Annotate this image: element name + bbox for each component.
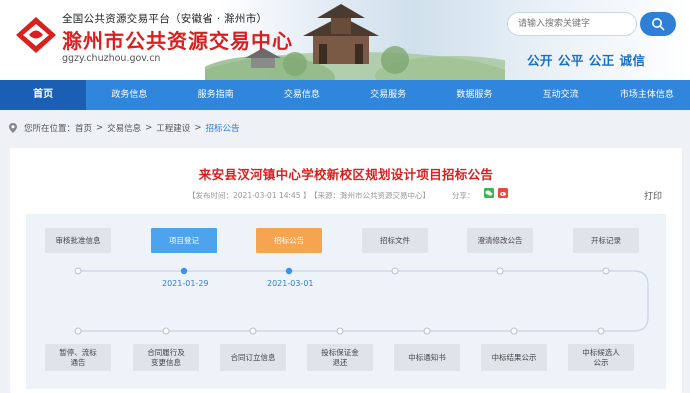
date-project-registration: 2021-01-29: [162, 279, 209, 288]
site-url: ggzy.chuzhou.gov.cn: [62, 53, 161, 64]
breadcrumb-engineering[interactable]: 工程建设: [156, 122, 190, 134]
location-pin-icon: [9, 123, 17, 133]
breadcrumb-separator: >: [145, 123, 153, 133]
nav-item-data-service[interactable]: 数据服务: [431, 80, 517, 110]
main-nav: 首页 政务信息 服务指南 交易信息 交易服务 数据服务 互动交流 市场主体信息: [0, 80, 690, 110]
nav-item-market-entity[interactable]: 市场主体信息: [604, 80, 690, 110]
article-card: 来安县汊河镇中心学校新校区规划设计项目招标公告 【发布时间：2021-03-01…: [10, 148, 682, 393]
step-clarification-notice[interactable]: 澄清修改公告: [467, 228, 533, 253]
site-header: 全国公共资源交易平台（安徽省 · 滁州市） 滁州市公共资源交易中心 ggzy.c…: [0, 0, 690, 80]
step-suspension-notice[interactable]: 暂停、流标 通告: [45, 344, 111, 371]
breadcrumb: 您所在位置： 首页 > 交易信息 > 工程建设 > 招标公告: [8, 119, 239, 137]
step-deposit-refund[interactable]: 投标保证金 退还: [307, 344, 373, 371]
publish-time: 【发布时间：2021-03-01 14:45 】: [188, 191, 311, 200]
process-flow: 审核批准信息 项目登记 招标公告 招标文件 澄清修改公告 开标记录 2021-0…: [26, 214, 666, 389]
nav-item-interaction[interactable]: 互动交流: [518, 80, 604, 110]
breadcrumb-current[interactable]: 招标公告: [205, 122, 239, 134]
search-button[interactable]: [640, 12, 676, 36]
step-contract-signing[interactable]: 合同订立信息: [220, 344, 286, 371]
breadcrumb-separator: >: [194, 123, 202, 133]
date-tender-notice: 2021-03-01: [267, 279, 314, 288]
nav-item-home[interactable]: 首页: [0, 80, 87, 110]
breadcrumb-separator: >: [96, 123, 104, 133]
weibo-share-icon[interactable]: [498, 188, 508, 198]
share-label: 分享：: [452, 191, 475, 200]
step-award-result[interactable]: 中标结果公示: [481, 344, 547, 371]
nav-item-service-guide[interactable]: 服务指南: [173, 80, 259, 110]
article-title: 来安县汊河镇中心学校新校区规划设计项目招标公告: [198, 167, 494, 182]
step-tender-notice[interactable]: 招标公告: [256, 228, 322, 253]
step-project-registration[interactable]: 项目登记: [151, 228, 217, 253]
step-approval-info[interactable]: 审核批准信息: [45, 228, 111, 253]
wechat-share-icon[interactable]: [484, 188, 494, 198]
step-tender-documents[interactable]: 招标文件: [362, 228, 428, 253]
share-icons: [484, 188, 508, 198]
search-icon: [652, 18, 665, 31]
breadcrumb-home[interactable]: 首页: [75, 122, 92, 134]
step-candidate-publicity[interactable]: 中标候选人 公示: [568, 344, 634, 371]
article-source: 【来源：滁州市公共资源交易中心】: [310, 191, 430, 200]
step-award-notice[interactable]: 中标通知书: [394, 344, 460, 371]
site-logo-icon: [16, 17, 56, 53]
search-input[interactable]: [507, 12, 637, 36]
step-contract-performance[interactable]: 合同履行及 变更信息: [133, 344, 199, 371]
nav-item-government-info[interactable]: 政务信息: [86, 80, 172, 110]
breadcrumb-prefix: 您所在位置：: [24, 124, 76, 134]
nav-item-trade-service[interactable]: 交易服务: [345, 80, 431, 110]
step-opening-record[interactable]: 开标记录: [573, 228, 639, 253]
nav-item-trade-info[interactable]: 交易信息: [259, 80, 345, 110]
site-title[interactable]: 滁州市公共资源交易中心: [62, 25, 293, 54]
breadcrumb-trade-info[interactable]: 交易信息: [107, 122, 141, 134]
platform-org-line: 全国公共资源交易平台（安徽省 · 滁州市）: [62, 13, 268, 25]
motto-text: 公开 公平 公正 诚信: [527, 53, 646, 68]
print-button[interactable]: 打印: [644, 189, 662, 202]
